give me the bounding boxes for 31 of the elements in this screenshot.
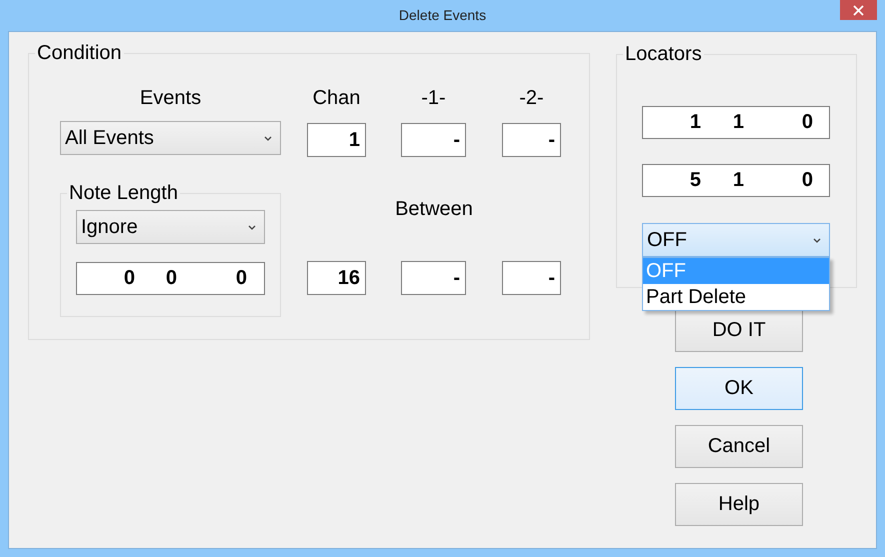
dropdown-option[interactable]: Part Delete [643, 284, 829, 310]
dialog-button[interactable]: Help [675, 483, 803, 526]
locator-field[interactable]: 1 1 0 [642, 106, 830, 139]
column-label: -1- [420, 86, 447, 110]
number-field[interactable]: - [502, 123, 561, 157]
dialog-button[interactable]: Cancel [675, 425, 803, 468]
events-dropdown[interactable]: All Events [60, 121, 281, 155]
locator-field[interactable]: 5 1 0 [642, 164, 830, 197]
between-label: Between [394, 198, 474, 222]
note-length-dropdown[interactable]: Ignore [76, 210, 265, 244]
number-field[interactable]: - [401, 261, 466, 295]
group-title: Locators [624, 42, 703, 66]
dialog-button[interactable]: OK [675, 367, 803, 410]
group-title: Note Length [68, 181, 179, 205]
column-label: Chan [312, 86, 362, 110]
number-field[interactable]: 16 [307, 261, 366, 295]
mode-dropdown[interactable]: OFF [642, 223, 830, 257]
column-label: Events [138, 86, 202, 110]
chevron-down-icon [264, 136, 272, 140]
length-field[interactable]: 0 0 0 [76, 262, 265, 295]
chevron-down-icon [813, 238, 821, 242]
column-label: -2- [518, 86, 545, 110]
window-title: Delete Events [398, 6, 486, 22]
number-field[interactable]: - [401, 123, 466, 157]
group-title: Condition [36, 41, 123, 65]
close-button[interactable] [840, 0, 877, 20]
number-field[interactable]: - [502, 261, 561, 295]
number-field[interactable]: 1 [307, 123, 366, 157]
dialog-button[interactable]: DO IT [675, 309, 803, 352]
close-icon [853, 4, 864, 16]
chevron-down-icon [248, 224, 256, 230]
